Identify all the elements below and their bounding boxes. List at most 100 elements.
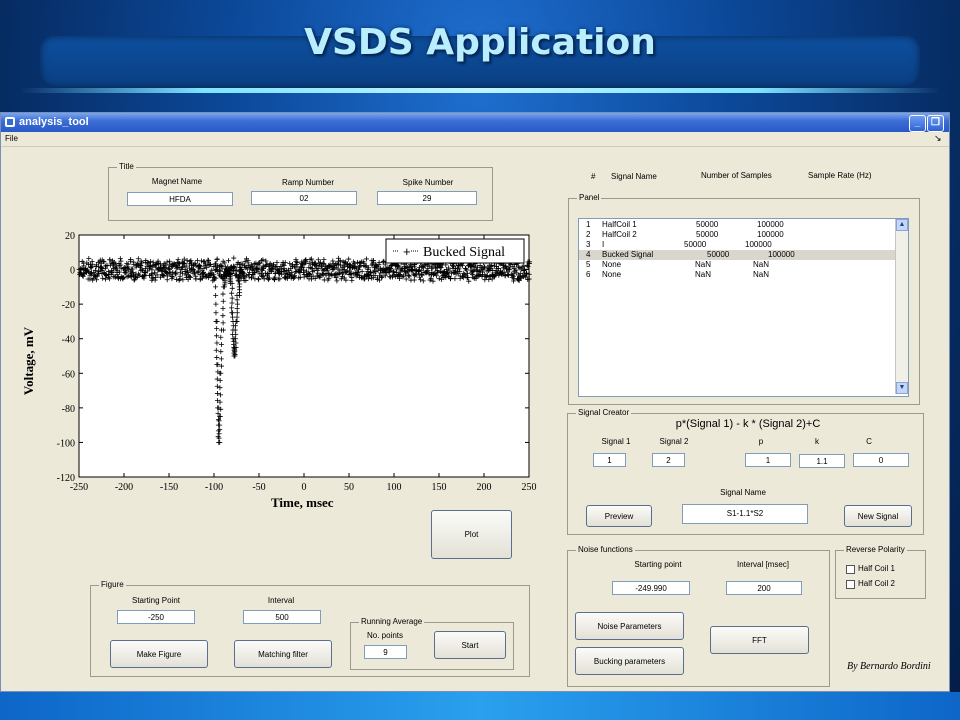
bucking-parameters-button[interactable]: Bucking parameters xyxy=(575,647,684,675)
x-tick-label: 0 xyxy=(302,482,307,493)
figure-panel: Figure Starting Point -250 Interval 500 … xyxy=(90,580,530,677)
new-signal-button[interactable]: New Signal xyxy=(844,505,912,527)
list-item-selected[interactable]: 4 Bucked Signal 50000 100000 xyxy=(579,250,895,260)
no-points-field[interactable]: 9 xyxy=(364,645,407,659)
footer-bar xyxy=(0,692,960,720)
y-tick-label: -80 xyxy=(62,404,75,415)
scroll-up-icon[interactable]: ▲ xyxy=(896,219,908,231)
list-item[interactable]: 1 HalfCoil 1 50000 100000 xyxy=(579,220,895,230)
signal2-label: Signal 2 xyxy=(659,437,689,446)
spike-number-label: Spike Number xyxy=(402,178,454,187)
noise-starting-point-field[interactable]: -249.990 xyxy=(612,581,690,595)
c-label: C xyxy=(866,437,872,446)
y-tick-label: -60 xyxy=(62,369,75,380)
x-tick-label: -50 xyxy=(252,482,265,493)
app-window: analysis_tool _ ❐ File ↘ Title Magnet Na… xyxy=(0,112,950,692)
legend-series-label: Bucked Signal xyxy=(423,245,505,260)
list-item[interactable]: 3 I 50000 100000 xyxy=(579,240,895,250)
noise-starting-point-label: Starting point xyxy=(634,560,682,569)
col-header-number-of-samples: Number of Samples xyxy=(701,171,772,180)
noise-parameters-button[interactable]: Noise Parameters xyxy=(575,612,684,640)
menu-file[interactable]: File xyxy=(5,134,18,143)
noise-functions-legend: Noise functions xyxy=(576,545,635,554)
scroll-down-icon[interactable]: ▼ xyxy=(896,382,908,394)
y-tick-label: 20 xyxy=(65,231,75,242)
listbox-scrollbar[interactable]: ▲ ▼ xyxy=(895,219,908,394)
x-tick-label: -200 xyxy=(115,482,133,493)
half-coil-1-label: Half Coil 1 xyxy=(858,564,895,573)
magnet-name-label: Magnet Name xyxy=(151,177,203,186)
noise-interval-label: Interval [msec] xyxy=(736,560,789,569)
signal1-label: Signal 1 xyxy=(601,437,631,446)
matlab-figure-icon xyxy=(5,117,15,127)
k-label: k xyxy=(815,437,819,446)
maximize-icon[interactable]: ❐ xyxy=(927,115,944,132)
signal1-field[interactable]: 1 xyxy=(593,453,626,467)
k-field[interactable]: 1.1 xyxy=(799,454,845,468)
preview-button[interactable]: Preview xyxy=(586,505,652,527)
x-tick-label: 50 xyxy=(344,482,354,493)
c-field[interactable]: 0 xyxy=(853,453,909,467)
formula-text: p*(Signal 1) - k * (Signal 2)+C xyxy=(675,418,821,430)
list-item[interactable]: 6 None NaN NaN xyxy=(579,270,895,280)
minimize-icon[interactable]: _ xyxy=(909,115,926,132)
interval-label: Interval xyxy=(267,596,295,605)
window-titlebar[interactable]: analysis_tool _ ❐ xyxy=(1,113,949,132)
interval-field[interactable]: 500 xyxy=(243,610,321,624)
x-axis-label: Time, msec xyxy=(271,495,334,510)
col-header-signal-name: Signal Name xyxy=(611,172,657,181)
x-tick-label: -150 xyxy=(160,482,178,493)
matching-filter-button[interactable]: Matching filter xyxy=(234,640,332,668)
plot-button[interactable]: Plot xyxy=(431,510,512,559)
x-tick-label: 200 xyxy=(477,482,492,493)
signal2-field[interactable]: 2 xyxy=(652,453,685,467)
list-item[interactable]: 5 None NaN NaN xyxy=(579,260,895,270)
window-title: analysis_tool xyxy=(19,116,89,128)
noise-interval-field[interactable]: 200 xyxy=(726,581,802,595)
slide-title: VSDS Application xyxy=(304,22,656,63)
y-tick-label: -120 xyxy=(57,473,75,484)
signal-creator-legend: Signal Creator xyxy=(576,408,632,417)
running-average-panel: Running Average No. points 9 Start xyxy=(350,617,514,670)
y-tick-label: 0 xyxy=(70,266,75,277)
x-tick-label: -100 xyxy=(205,482,223,493)
ramp-number-field[interactable]: 02 xyxy=(251,191,357,205)
figure-panel-legend: Figure xyxy=(99,580,126,589)
starting-point-field[interactable]: -250 xyxy=(117,610,195,624)
y-tick-label: -100 xyxy=(57,438,75,449)
legend-marker: + xyxy=(403,244,411,259)
magnet-name-field[interactable]: HFDA xyxy=(127,192,233,206)
y-axis-label: Voltage, mV xyxy=(21,326,37,396)
reverse-polarity-legend: Reverse Polarity xyxy=(844,545,907,554)
title-panel-legend: Title xyxy=(117,162,136,171)
title-panel: Title Magnet Name HFDA Ramp Number 02 Sp… xyxy=(108,162,493,221)
start-button[interactable]: Start xyxy=(434,631,506,659)
signal-name-label: Signal Name xyxy=(720,488,766,497)
signal-creator-panel: Signal Creator p*(Signal 1) - k * (Signa… xyxy=(567,408,924,535)
signal-panel-legend: Panel xyxy=(577,193,602,202)
col-header-num: # xyxy=(591,172,596,181)
ramp-number-label: Ramp Number xyxy=(281,178,334,187)
signal-name-field[interactable]: S1-1.1*S2 xyxy=(682,504,808,524)
header-glow-line xyxy=(20,88,940,93)
menubar: File ↘ xyxy=(1,132,949,147)
half-coil-2-checkbox[interactable] xyxy=(846,580,855,589)
starting-point-label: Starting Point xyxy=(131,596,181,605)
no-points-label: No. points xyxy=(366,631,404,640)
plot-legend: + Bucked Signal xyxy=(385,238,525,264)
y-tick-label: -40 xyxy=(62,335,75,346)
dock-arrow-icon[interactable]: ↘ xyxy=(934,133,942,144)
voltage-plot[interactable]: -250 -200 -150 -100 -50 0 50 100 150 200 250200-20… xyxy=(31,225,551,515)
reverse-polarity-panel: Reverse Polarity Half Coil 1 Half Coil 2 xyxy=(835,545,926,599)
col-header-sample-rate: Sample Rate (Hz) xyxy=(808,171,872,180)
signal-listbox[interactable]: 1 HalfCoil 1 50000 100000 2 HalfCoil 2 50000 1… xyxy=(578,218,909,397)
fft-button[interactable]: FFT xyxy=(710,626,809,654)
half-coil-2-label: Half Coil 2 xyxy=(858,579,895,588)
make-figure-button[interactable]: Make Figure xyxy=(110,640,208,668)
p-field[interactable]: 1 xyxy=(745,453,791,467)
running-average-legend: Running Average xyxy=(359,617,425,626)
spike-number-field[interactable]: 29 xyxy=(377,191,477,205)
half-coil-1-checkbox[interactable] xyxy=(846,565,855,574)
list-item[interactable]: 2 HalfCoil 2 50000 100000 xyxy=(579,230,895,240)
x-tick-label: 100 xyxy=(387,482,402,493)
